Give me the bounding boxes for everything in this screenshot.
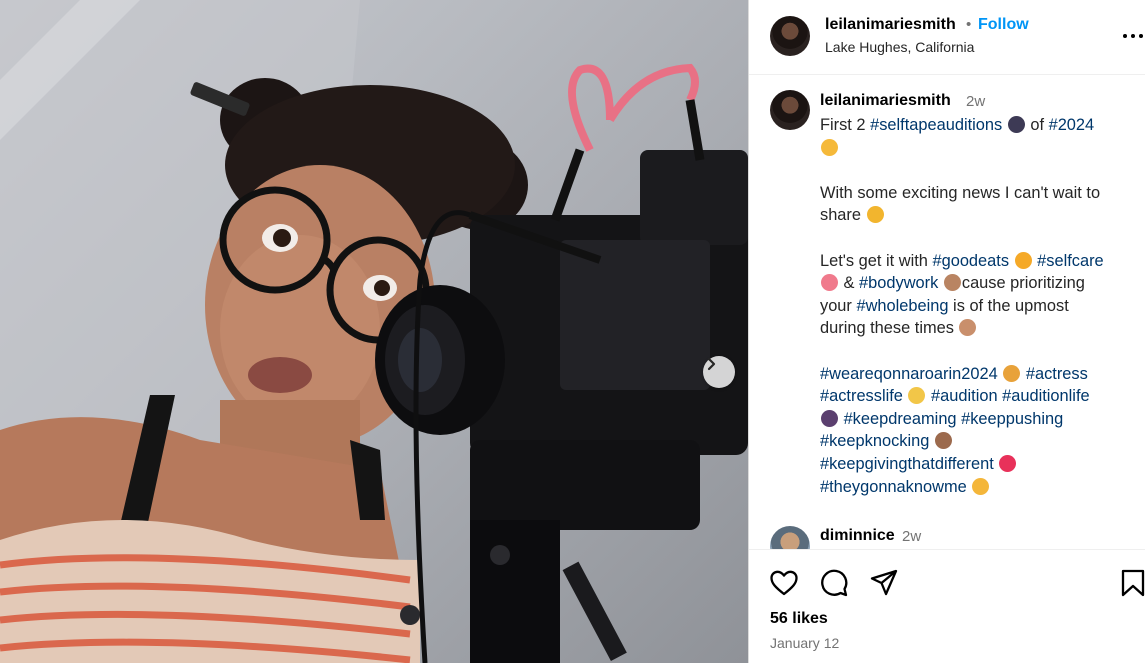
share-icon[interactable] [869, 568, 899, 598]
hashtag-link[interactable]: #audition [931, 387, 998, 405]
caption-fragment: your [820, 296, 857, 315]
heart-icon[interactable] [769, 568, 799, 598]
caption-line: #actresslife #audition #auditionlife [820, 385, 1140, 408]
hashtag-link[interactable]: #selfcare [1037, 252, 1104, 270]
chevron-right-icon [707, 357, 716, 371]
caption-fragment: of [1025, 116, 1049, 134]
hashtag-link[interactable]: #goodeats [932, 252, 1009, 270]
caption-line: & #bodywork cause prioritizing [820, 272, 1140, 295]
comment-icon[interactable] [819, 568, 849, 598]
caption-fragment: & [839, 274, 860, 293]
hashtag-link[interactable]: #theygonnaknowme [820, 478, 967, 496]
hashtag-link[interactable]: #keepgivingthatdifferent [820, 455, 994, 473]
hashtag-link[interactable]: #auditionlife [1002, 387, 1089, 405]
caption-fragment: is of the upmost [948, 296, 1069, 315]
caption-fragment: First 2 [820, 116, 871, 134]
likes-count[interactable]: 56 likes [770, 610, 828, 628]
emoji-icon [972, 477, 990, 495]
caption-line: Let's get it with #goodeats #selfcare [820, 250, 1140, 273]
avatar[interactable] [770, 90, 810, 130]
next-image-button[interactable] [703, 356, 735, 388]
caption-text: First 2 #selftapeauditions of #2024 With… [820, 114, 1140, 498]
more-options-icon[interactable] [1122, 27, 1144, 45]
caption-line [820, 227, 1140, 250]
action-bar: 56 likes January 12 [749, 549, 1145, 663]
post-header: leilanimariesmith • Follow Lake Hughes, … [749, 0, 1145, 75]
caption-line: #keepdreaming #keeppushing [820, 408, 1140, 431]
caption-fragment [1009, 252, 1014, 270]
hashtag-link[interactable]: #keeppushing [961, 410, 1063, 428]
caption-fragment [938, 274, 943, 292]
caption-line [820, 159, 1140, 182]
caption-fragment [929, 432, 934, 450]
emoji-icon [943, 274, 961, 292]
hashtag-link[interactable]: #2024 [1049, 116, 1095, 134]
hashtag-link[interactable]: #wholebeing [856, 297, 948, 315]
caption-line: #theygonnaknowme [820, 476, 1140, 499]
emoji-icon [934, 432, 952, 450]
hashtag-link[interactable]: #keepknocking [820, 432, 929, 450]
caption-fragment [998, 365, 1003, 383]
username-link[interactable]: leilanimariesmith [825, 16, 956, 34]
comment-timestamp[interactable]: 2w [902, 528, 921, 545]
emoji-icon [908, 387, 926, 405]
emoji-icon [1003, 364, 1021, 382]
caption-fragment: share [820, 206, 866, 225]
avatar[interactable] [770, 16, 810, 56]
hashtag-link[interactable]: #selftapeauditions [870, 116, 1002, 134]
post-side-panel: leilanimariesmith • Follow Lake Hughes, … [748, 0, 1145, 663]
caption-fragment [994, 455, 999, 473]
emoji-icon [821, 138, 838, 156]
hashtag-link[interactable]: #bodywork [859, 274, 938, 292]
emoji-icon [821, 409, 838, 427]
emoji-icon [959, 319, 977, 337]
location-link[interactable]: Lake Hughes, California [825, 39, 974, 55]
emoji-icon [866, 206, 884, 224]
post-date[interactable]: January 12 [770, 635, 839, 651]
caption-line: #weareqonnaroarin2024 #actress [820, 363, 1140, 386]
bookmark-icon[interactable] [1118, 568, 1145, 598]
caption-fragment: cause prioritizing [961, 274, 1085, 293]
hashtag-link[interactable]: #actresslife [820, 387, 903, 405]
caption-line [820, 137, 1140, 160]
caption-fragment: during these times [820, 319, 959, 338]
hashtag-link[interactable]: #weareqonnaroarin2024 [820, 365, 998, 383]
caption-line: during these times [820, 317, 1140, 340]
caption-fragment [967, 478, 972, 496]
emoji-icon [1007, 116, 1025, 133]
caption-scroll-area[interactable]: leilanimariesmith 2w First 2 #selftapeau… [749, 75, 1145, 549]
emoji-icon [1014, 251, 1032, 269]
caption-line: #keepknocking [820, 430, 1140, 453]
caption-line: your #wholebeing is of the upmost [820, 295, 1140, 318]
separator-dot: • [966, 16, 972, 33]
caption-fragment [903, 387, 908, 405]
caption-line: First 2 #selftapeauditions of #2024 [820, 114, 1140, 137]
caption-fragment [1002, 116, 1007, 134]
caption-line: #keepgivingthatdifferent [820, 453, 1140, 476]
caption-username[interactable]: leilanimariesmith [820, 92, 951, 110]
caption-fragment: With some exciting news I can't wait to [820, 183, 1101, 202]
emoji-icon [821, 274, 838, 292]
follow-button[interactable]: Follow [978, 16, 1029, 34]
commenter-avatar[interactable] [770, 526, 810, 549]
caption-line: share [820, 204, 1140, 227]
caption-timestamp[interactable]: 2w [966, 93, 985, 110]
comment-row: diminnice 2w [749, 523, 1145, 549]
caption-line: With some exciting news I can't wait to [820, 182, 1140, 205]
photo-illustration [0, 0, 748, 663]
commenter-username[interactable]: diminnice [820, 527, 895, 545]
post-photo [0, 0, 748, 663]
caption-fragment: Let's get it with [820, 251, 933, 270]
hashtag-link[interactable]: #keepdreaming [844, 410, 957, 428]
emoji-icon [999, 454, 1017, 472]
hashtag-link[interactable]: #actress [1026, 365, 1088, 383]
caption-line [820, 340, 1140, 363]
